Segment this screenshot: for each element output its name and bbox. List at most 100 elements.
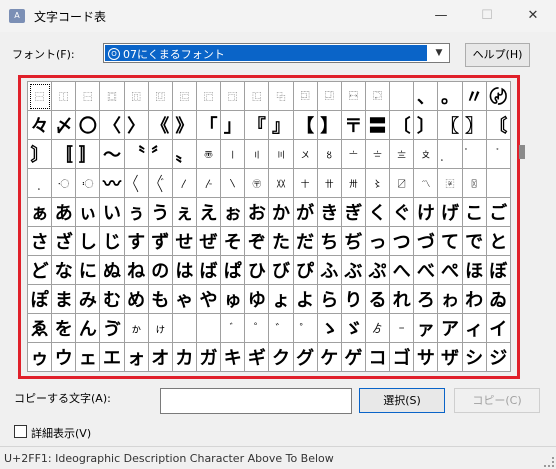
grid-cell[interactable]: ぎ — [341, 198, 366, 227]
grid-cell[interactable]: ぺ — [438, 256, 463, 285]
grid-cell[interactable]: ゆ — [245, 285, 270, 314]
grid-cell[interactable]: う — [148, 198, 173, 227]
grid-cell[interactable]: な — [52, 256, 77, 285]
grid-cell[interactable]: ⿽ — [317, 82, 342, 111]
grid-cell[interactable]: 〉 — [124, 111, 149, 140]
grid-cell[interactable]: 々 — [28, 111, 53, 140]
grid-cell[interactable]: ぐ — [390, 198, 415, 227]
grid-cell[interactable]: ⿺ — [245, 82, 270, 111]
grid-cell[interactable]: い — [100, 198, 125, 227]
grid-cell[interactable]: ォ — [124, 343, 149, 372]
grid-cell[interactable]: ⿱ — [28, 82, 53, 111]
grid-cell[interactable]: ふ — [317, 256, 342, 285]
help-button[interactable]: ヘルプ(H) — [465, 43, 530, 67]
grid-cell[interactable]: 〵 — [221, 169, 246, 198]
grid-cell[interactable]: そ — [221, 227, 246, 256]
grid-cell[interactable]: 〪 — [438, 140, 463, 169]
grid-cell[interactable]: ゐ — [486, 285, 511, 314]
grid-cell[interactable]: ジ — [486, 343, 511, 372]
grid-cell[interactable]: え — [196, 198, 222, 227]
grid-cell[interactable]: ゴ — [390, 343, 415, 372]
grid-cell[interactable]: ク — [269, 343, 294, 372]
grid-cell[interactable]: れ — [390, 285, 415, 314]
grid-cell[interactable]: 〷 — [269, 169, 294, 198]
grid-cell[interactable]: ろ — [414, 285, 439, 314]
grid-cell[interactable]: を — [52, 314, 77, 343]
grid-cell[interactable]: ぜ — [196, 227, 222, 256]
grid-cell[interactable]: ご — [486, 198, 511, 227]
grid-cell[interactable]: カ — [172, 343, 197, 372]
grid-cell[interactable]: ゠ — [390, 314, 415, 343]
grid-cell[interactable]: 〔 — [390, 111, 415, 140]
grid-cell[interactable]: 〸 — [293, 169, 318, 198]
character-grid[interactable]: ⿱⿰⿱⿴⿵⿶⿷⿸⿹⿺⿻⿼⿽⿾⿿、。〃〄々〆〇〈〉《》「」『』【】〒〓〔〕〖〗〘〙… — [27, 81, 511, 372]
grid-cell[interactable]: 』 — [269, 111, 294, 140]
grid-cell[interactable]: ぱ — [221, 256, 246, 285]
grid-cell[interactable]: も — [148, 285, 173, 314]
copy-characters-input[interactable] — [160, 388, 352, 414]
grid-cell[interactable]: ⿶ — [148, 82, 173, 111]
grid-cell[interactable]: ゅ — [221, 285, 246, 314]
grid-cell[interactable]: 〃 — [462, 82, 487, 111]
grid-cell[interactable]: 〛 — [76, 140, 101, 169]
grid-cell[interactable]: ぬ — [100, 256, 125, 285]
grid-cell[interactable]: 〬 — [486, 140, 511, 169]
grid-cell[interactable]: ぉ — [221, 198, 246, 227]
grid-cell[interactable]: 〿 — [462, 169, 487, 198]
grid-cell[interactable]: 〗 — [462, 111, 487, 140]
grid-cell[interactable]: り — [341, 285, 366, 314]
grid-cell[interactable]: 〄 — [486, 82, 511, 111]
grid-cell[interactable]: ち — [317, 227, 342, 256]
grid-cell[interactable]: ぽ — [28, 285, 53, 314]
grid-cell[interactable]: ず — [148, 227, 173, 256]
grid-cell[interactable]: が — [293, 198, 318, 227]
grid-cell[interactable]: て — [438, 227, 463, 256]
chevron-down-icon[interactable]: ▼ — [429, 44, 449, 62]
grid-cell[interactable]: お — [245, 198, 270, 227]
grid-cell[interactable]: 《 — [148, 111, 173, 140]
grid-cell[interactable]: は — [172, 256, 197, 285]
grid-cell[interactable]: ゑ — [28, 314, 53, 343]
grid-scrollbar-thumb[interactable] — [519, 145, 525, 159]
grid-cell[interactable]: コ — [365, 343, 391, 372]
grid-cell[interactable]: 、 — [414, 82, 439, 111]
grid-cell[interactable]: く — [365, 198, 391, 227]
grid-cell[interactable]: 〘 — [486, 111, 511, 140]
grid-cell[interactable]: 〕 — [414, 111, 439, 140]
grid-cell[interactable]: ゎ — [438, 285, 463, 314]
grid-cell[interactable]: 」 — [221, 111, 246, 140]
grid-cell[interactable]: 〰 — [100, 169, 125, 198]
grid-cell[interactable]: ァ — [414, 314, 439, 343]
grid-cell[interactable]: 〚 — [52, 140, 77, 169]
grid-cell[interactable]: 〢 — [245, 140, 270, 169]
grid-cell[interactable]: 〦 — [341, 140, 366, 169]
grid-cell[interactable]: 〳 — [172, 169, 197, 198]
grid-cell[interactable]: ゔ — [100, 314, 125, 343]
grid-cell[interactable]: づ — [414, 227, 439, 256]
grid-cell[interactable]: じ — [100, 227, 125, 256]
grid-cell[interactable]: よ — [293, 285, 318, 314]
grid-cell[interactable]: サ — [414, 343, 439, 372]
grid-cell[interactable]: ⿰ — [52, 82, 77, 111]
grid-cell[interactable]: ぢ — [341, 227, 366, 256]
grid-cell[interactable]: で — [462, 227, 487, 256]
grid-cell[interactable]: ェ — [76, 343, 101, 372]
grid-cell[interactable]: ⿴ — [100, 82, 125, 111]
grid-cell[interactable]: 〹 — [317, 169, 342, 198]
grid-cell[interactable]: け — [414, 198, 439, 227]
grid-cell[interactable]: 〙 — [28, 140, 53, 169]
grid-cell[interactable]: 【 — [293, 111, 318, 140]
grid-cell[interactable]: ゝ — [317, 314, 342, 343]
grid-cell[interactable]: ⿱ — [76, 82, 101, 111]
grid-cell[interactable]: や — [196, 285, 222, 314]
grid-cell[interactable]: ぴ — [293, 256, 318, 285]
grid-cell[interactable]: ど — [28, 256, 53, 285]
grid-cell[interactable]: ギ — [245, 343, 270, 372]
font-dropdown[interactable]: O 07にくまるフォント ▼ — [103, 43, 450, 63]
grid-cell[interactable]: へ — [390, 256, 415, 285]
grid-cell[interactable]: 〤 — [293, 140, 318, 169]
grid-cell[interactable]: ⿿ — [365, 82, 391, 111]
grid-cell[interactable]: ゟ — [365, 314, 391, 343]
grid-cell[interactable]: 〮 — [52, 169, 77, 198]
grid-cell[interactable]: 〆 — [52, 111, 77, 140]
